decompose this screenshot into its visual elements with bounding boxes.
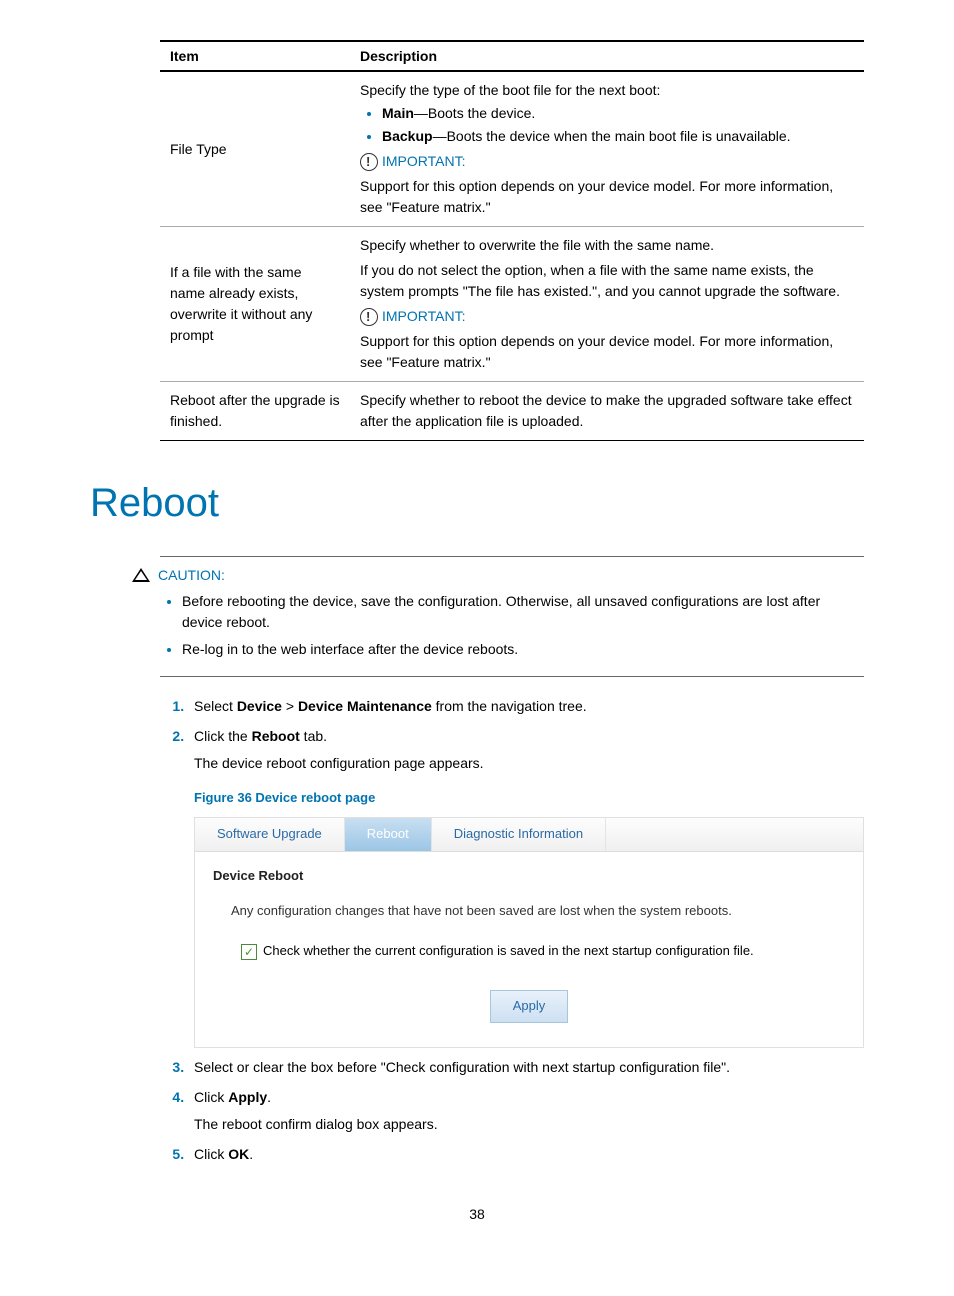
table-cell-desc: Specify whether to reboot the device to …	[350, 382, 864, 441]
important-label: IMPORTANT:	[360, 306, 854, 327]
step-3: Select or clear the box before "Check co…	[188, 1056, 864, 1078]
tab-reboot[interactable]: Reboot	[345, 818, 432, 851]
caution-icon	[132, 568, 150, 582]
figure-note: Any configuration changes that have not …	[231, 901, 845, 922]
tab-row: Software Upgrade Reboot Diagnostic Infor…	[195, 818, 863, 852]
table-cell-item: If a file with the same name already exi…	[160, 227, 350, 382]
apply-button[interactable]: Apply	[490, 990, 569, 1023]
row2-p1: Specify whether to overwrite the file wi…	[360, 235, 854, 256]
description-table: Item Description File Type Specify the t…	[160, 40, 864, 441]
page-number: 38	[90, 1206, 864, 1222]
caution-block: CAUTION: Before rebooting the device, sa…	[160, 556, 864, 677]
important-icon	[360, 308, 378, 326]
table-header-item: Item	[160, 41, 350, 71]
section-heading-reboot: Reboot	[90, 481, 864, 526]
table-header-desc: Description	[350, 41, 864, 71]
figure-heading: Device Reboot	[213, 866, 845, 887]
caution-label: CAUTION:	[132, 567, 864, 583]
steps-list: Select Device > Device Maintenance from …	[160, 695, 864, 1166]
table-cell-item: Reboot after the upgrade is finished.	[160, 382, 350, 441]
table-cell-desc: Specify the type of the boot file for th…	[350, 71, 864, 227]
check-config-checkbox[interactable]: ✓	[241, 944, 257, 960]
step-2: Click the Reboot tab. The device reboot …	[188, 725, 864, 1048]
row1-bullet-main: Main—Boots the device.	[382, 103, 854, 124]
step-4-subtext: The reboot confirm dialog box appears.	[194, 1113, 864, 1135]
step-5: Click OK.	[188, 1143, 864, 1165]
tab-diagnostic-information[interactable]: Diagnostic Information	[432, 818, 606, 851]
table-row: File Type Specify the type of the boot f…	[160, 71, 864, 227]
table-cell-desc: Specify whether to overwrite the file wi…	[350, 227, 864, 382]
row2-support-text: Support for this option depends on your …	[360, 331, 854, 373]
important-label: IMPORTANT:	[360, 151, 854, 172]
table-row: Reboot after the upgrade is finished. Sp…	[160, 382, 864, 441]
row2-p2: If you do not select the option, when a …	[360, 260, 854, 302]
row1-bullet-backup: Backup—Boots the device when the main bo…	[382, 126, 854, 147]
table-cell-item: File Type	[160, 71, 350, 227]
step-1: Select Device > Device Maintenance from …	[188, 695, 864, 717]
step-2-subtext: The device reboot configuration page app…	[194, 752, 864, 774]
caution-item: Before rebooting the device, save the co…	[182, 591, 864, 633]
check-config-label: Check whether the current configuration …	[263, 941, 754, 962]
caution-item: Re-log in to the web interface after the…	[182, 639, 864, 660]
table-row: If a file with the same name already exi…	[160, 227, 864, 382]
important-icon	[360, 153, 378, 171]
figure-caption: Figure 36 Device reboot page	[194, 788, 864, 809]
row1-support-text: Support for this option depends on your …	[360, 176, 854, 218]
figure-device-reboot: Software Upgrade Reboot Diagnostic Infor…	[194, 817, 864, 1048]
row1-intro: Specify the type of the boot file for th…	[360, 80, 854, 101]
tab-software-upgrade[interactable]: Software Upgrade	[195, 818, 345, 851]
step-4: Click Apply. The reboot confirm dialog b…	[188, 1086, 864, 1135]
